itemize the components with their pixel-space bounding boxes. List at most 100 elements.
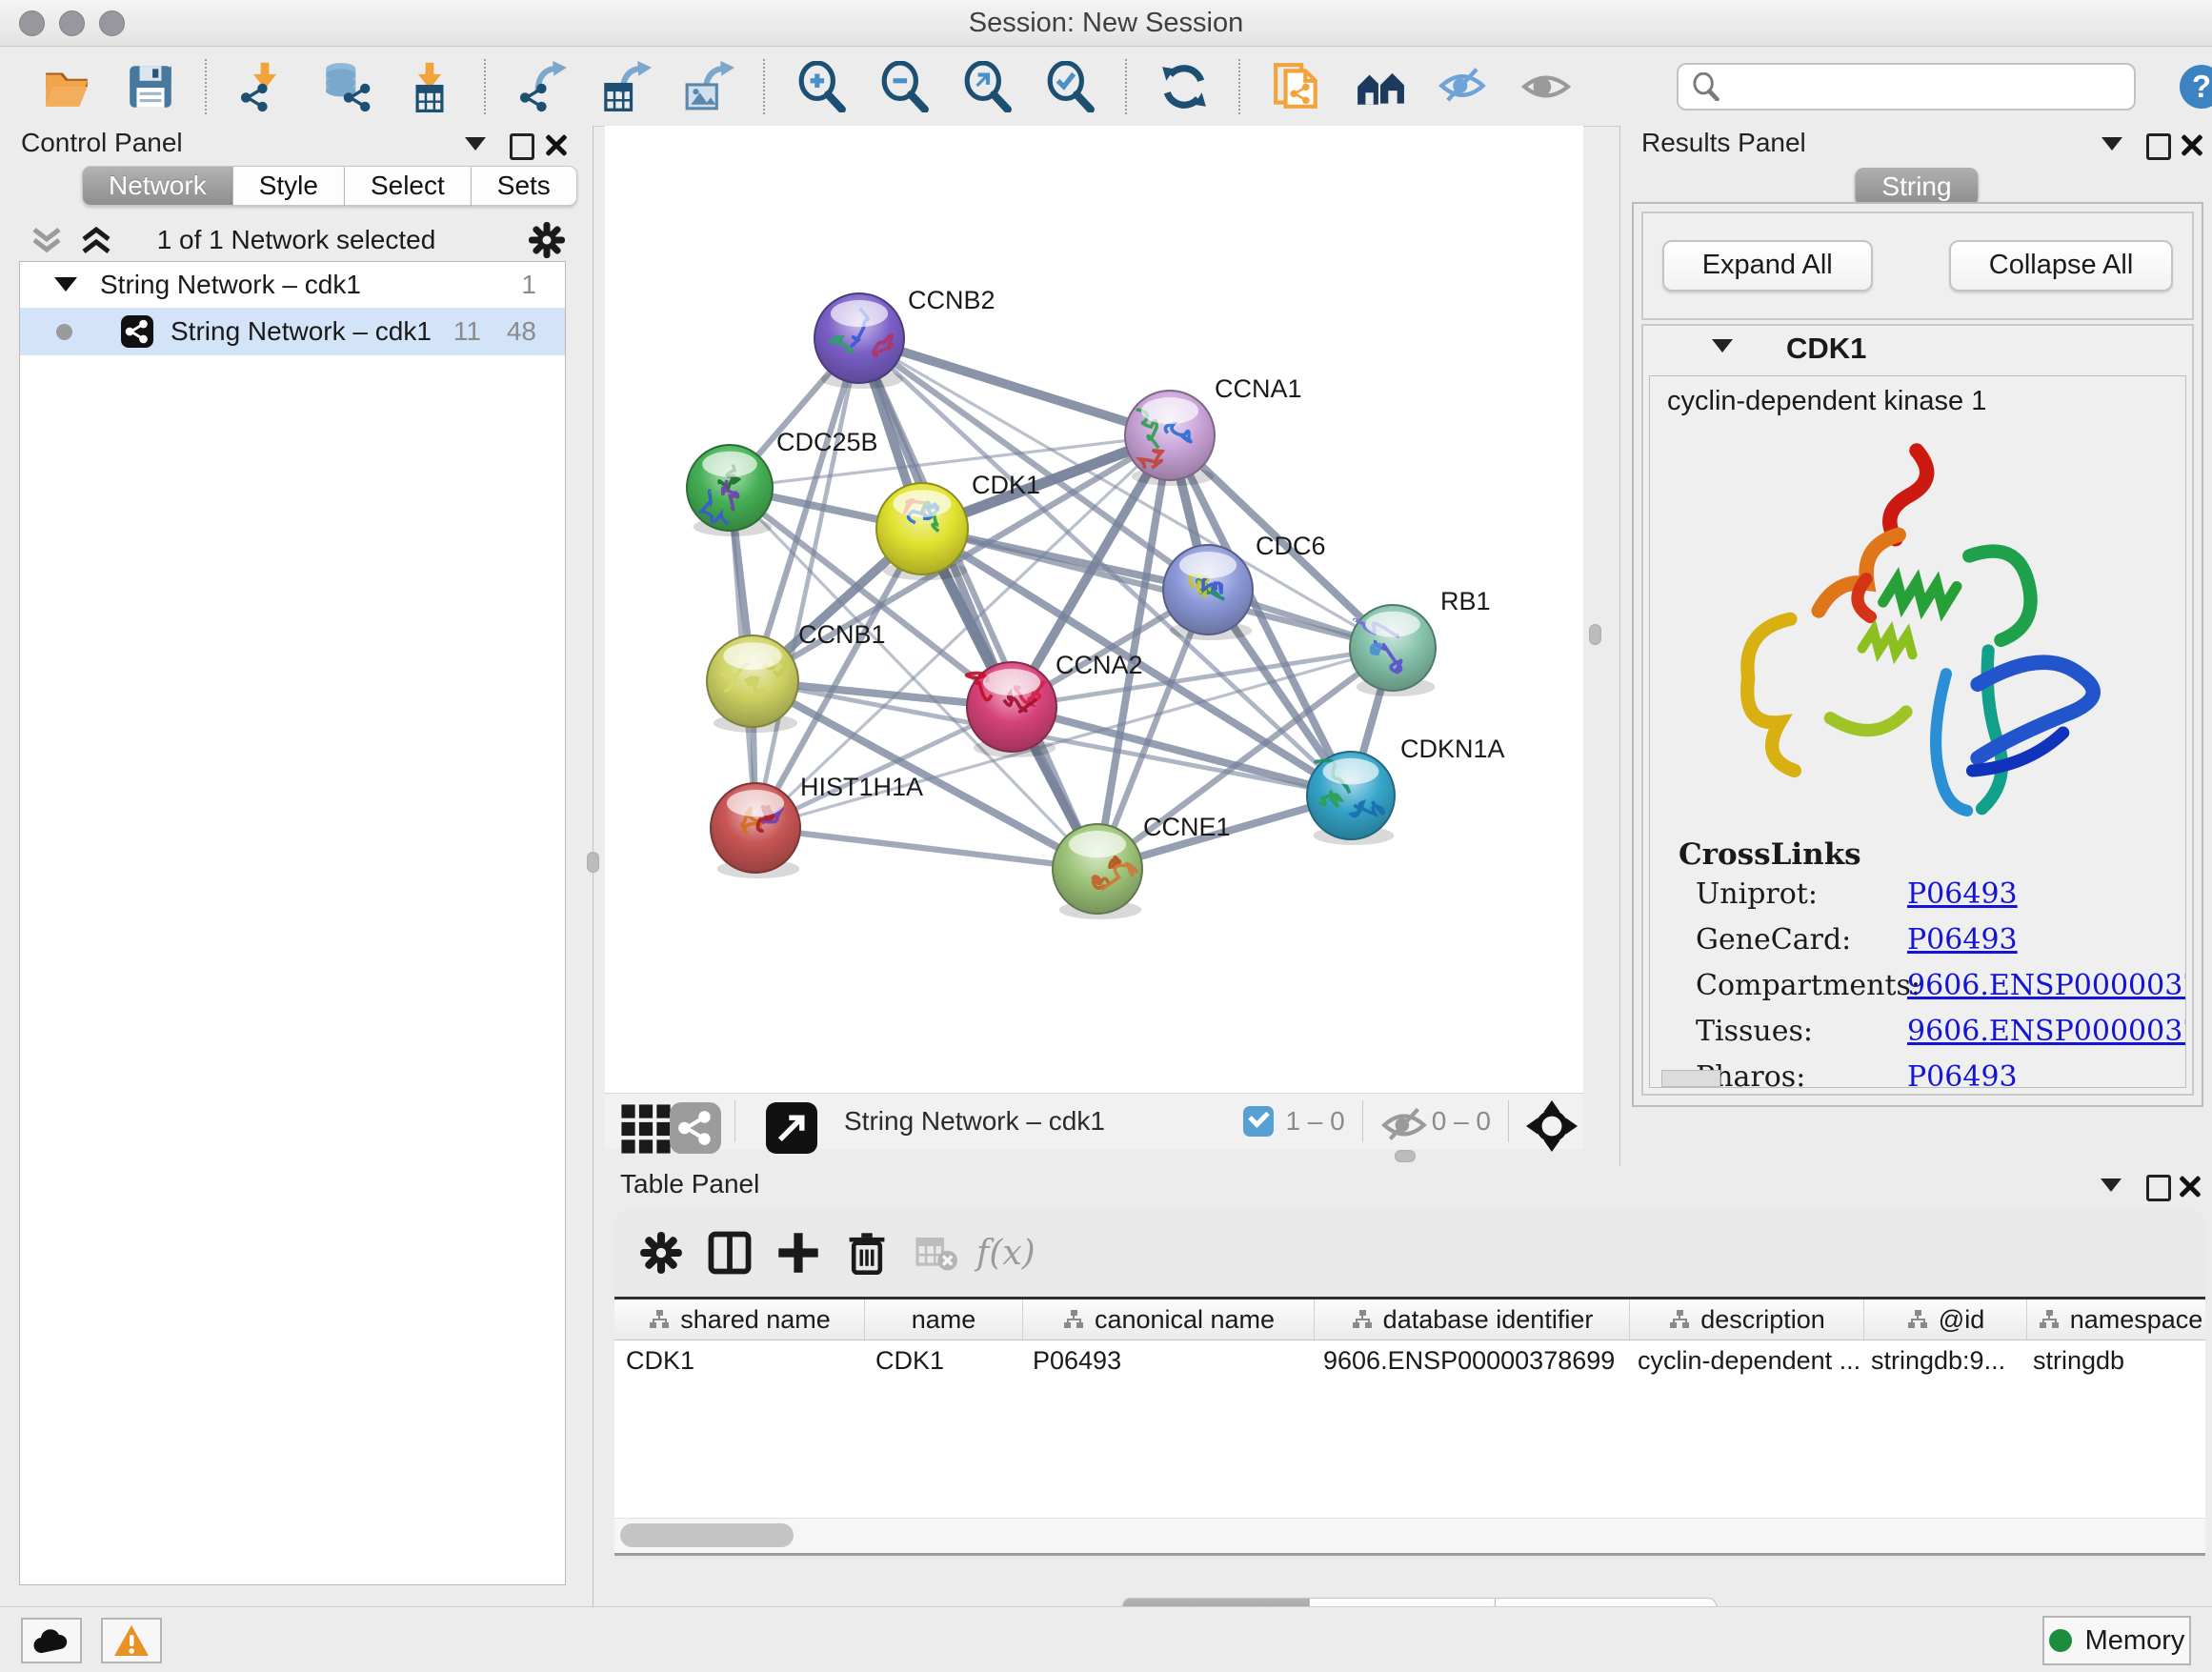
network-row-selected[interactable]: String Network – cdk1 11 48 <box>20 308 565 355</box>
network-canvas[interactable]: CCNB2CCNA1CDC25BCDK1CDC6RB1CCNB1CCNA2CDK… <box>605 126 1583 1093</box>
memory-status-dot-icon <box>2049 1629 2072 1652</box>
refresh-icon[interactable] <box>1158 61 1210 112</box>
vertical-splitter-handle[interactable] <box>587 852 599 873</box>
cloud-status-button[interactable] <box>21 1618 82 1663</box>
gene-section-header[interactable]: CDK1 <box>1643 326 2192 375</box>
column-header-shared-name[interactable]: shared name <box>614 1299 865 1340</box>
table-toolbar: f(x) <box>614 1209 2205 1297</box>
node-label-CCNB2: CCNB2 <box>908 286 995 314</box>
column-header-@id[interactable]: @id <box>1864 1299 2027 1340</box>
panel-close-icon[interactable] <box>545 131 570 156</box>
tab-style[interactable]: Style <box>233 166 345 206</box>
help-button[interactable]: ? <box>2180 65 2212 109</box>
crosslink-link[interactable]: P06493 <box>1907 923 2018 957</box>
crosslink-row: Pharos:P06493 <box>1696 1060 2185 1088</box>
birds-eye-view-icon[interactable] <box>766 1102 804 1140</box>
collapse-all-button[interactable]: Collapse All <box>1949 240 2174 292</box>
panel-close-icon[interactable] <box>2181 131 2205 156</box>
grid-view-icon[interactable] <box>620 1103 656 1139</box>
edge-CCNB2-HIST1H1A[interactable] <box>755 338 859 828</box>
zoom-fit-icon[interactable] <box>962 61 1014 112</box>
selected-checkbox-icon[interactable] <box>1243 1106 1274 1137</box>
crosslink-link[interactable]: P06493 <box>1907 1060 2018 1088</box>
zoom-in-icon[interactable] <box>796 61 848 112</box>
import-network-icon[interactable] <box>238 61 290 112</box>
export-table-icon[interactable] <box>600 61 652 112</box>
export-network-icon[interactable] <box>517 61 569 112</box>
save-session-button[interactable] <box>125 61 176 112</box>
table-settings-gear-icon[interactable] <box>639 1231 683 1275</box>
hide-selected-eye-icon[interactable] <box>1438 61 1489 112</box>
string-home-icon[interactable] <box>1355 61 1406 112</box>
column-header-database-identifier[interactable]: database identifier <box>1315 1299 1630 1340</box>
crosslink-label: Pharos: <box>1696 1060 1907 1088</box>
panel-menu-icon[interactable] <box>465 131 490 156</box>
horizontal-splitter-handle[interactable] <box>1395 1150 1416 1162</box>
expand-all-button[interactable]: Expand All <box>1662 240 1873 292</box>
node-table: shared namenamecanonical namedatabase id… <box>614 1297 2205 1521</box>
network-collection-row[interactable]: String Network – cdk1 1 <box>20 262 565 308</box>
table-cell[interactable]: 9606.ENSP00000378699 <box>1312 1340 1626 1382</box>
column-header-canonical-name[interactable]: canonical name <box>1023 1299 1315 1340</box>
panel-menu-icon[interactable] <box>2101 1173 2125 1198</box>
panel-float-icon[interactable] <box>2146 131 2171 156</box>
edge-CCNB2-CCNA1[interactable] <box>859 338 1170 435</box>
crosslink-label: Compartments: <box>1696 969 1907 1002</box>
open-session-button[interactable] <box>42 61 93 112</box>
shared-column-icon <box>2038 1308 2061 1331</box>
crosslink-label: Tissues: <box>1696 1015 1907 1048</box>
add-column-icon[interactable] <box>776 1231 820 1275</box>
table-cell[interactable]: CDK1 <box>864 1340 1021 1382</box>
delete-column-trash-icon[interactable] <box>845 1231 889 1275</box>
panel-close-icon[interactable] <box>2179 1173 2203 1198</box>
network-view-toolbar: String Network – cdk1 1 – 0 0 – 0 <box>605 1093 1583 1149</box>
memory-button[interactable]: Memory <box>2042 1616 2191 1665</box>
node-HIST1H1A[interactable]: HIST1H1A <box>711 773 923 878</box>
node-CDKN1A[interactable]: CDKN1A <box>1307 735 1505 845</box>
panel-float-icon[interactable] <box>510 131 534 156</box>
show-all-eye-icon[interactable] <box>1520 61 1572 112</box>
panel-float-icon[interactable] <box>2146 1173 2171 1198</box>
section-collapse-triangle-icon[interactable] <box>1712 339 1733 353</box>
warning-status-button[interactable] <box>101 1618 162 1663</box>
tab-string[interactable]: String <box>1855 168 1978 206</box>
tab-network[interactable]: Network <box>82 166 233 206</box>
fit-content-crosshair-icon[interactable] <box>1526 1100 1568 1142</box>
panel-menu-icon[interactable] <box>2101 131 2126 156</box>
clone-network-icon[interactable] <box>1272 61 1323 112</box>
import-network-database-icon[interactable] <box>321 61 372 112</box>
crosslink-link[interactable]: P06493 <box>1907 877 2018 911</box>
column-header-description[interactable]: description <box>1630 1299 1864 1340</box>
zoom-selected-icon[interactable] <box>1045 61 1096 112</box>
table-cell[interactable]: P06493 <box>1021 1340 1312 1382</box>
table-cell[interactable]: stringdb <box>2021 1340 2207 1382</box>
network-share-view-icon[interactable] <box>670 1102 708 1140</box>
edge-HIST1H1A-CCNE1[interactable] <box>755 828 1097 869</box>
table-cell[interactable]: CDK1 <box>614 1340 864 1382</box>
table-cell[interactable]: cyclin-dependent ... <box>1626 1340 1860 1382</box>
collapse-triangle-icon[interactable] <box>54 277 77 292</box>
table-cell[interactable]: stringdb:9... <box>1860 1340 2021 1382</box>
vertical-splitter-handle-right[interactable] <box>1589 624 1601 645</box>
tab-sets[interactable]: Sets <box>472 166 577 206</box>
table-row[interactable]: CDK1CDK1P064939606.ENSP00000378699cyclin… <box>614 1340 2205 1382</box>
network-options-gear-icon[interactable] <box>528 221 566 259</box>
search-input[interactable] <box>1730 71 2134 102</box>
crosslink-link[interactable]: 9606.ENSP00000378699 <box>1907 1015 2186 1048</box>
import-table-icon[interactable] <box>404 61 455 112</box>
node-CCNE1[interactable]: CCNE1 <box>1053 813 1231 919</box>
scrollbar-thumb[interactable] <box>620 1523 794 1547</box>
protein-structure-image <box>1698 421 2136 821</box>
node-CCNA1[interactable]: CCNA1 <box>1125 374 1302 486</box>
table-panel-title: Table Panel <box>620 1169 759 1199</box>
network-node-count: 11 <box>453 316 481 347</box>
zoom-out-icon[interactable] <box>879 61 931 112</box>
column-header-name[interactable]: name <box>865 1299 1023 1340</box>
export-image-icon[interactable] <box>683 61 734 112</box>
tab-select[interactable]: Select <box>345 166 472 206</box>
select-columns-icon[interactable] <box>708 1231 752 1275</box>
column-header-namespace[interactable]: namespace <box>2027 1299 2212 1340</box>
crosslink-link[interactable]: 9606.ENSP00000378699 <box>1907 969 2186 1002</box>
node-RB1[interactable]: RB1 <box>1350 587 1491 696</box>
node-label-CDK1: CDK1 <box>972 471 1040 499</box>
